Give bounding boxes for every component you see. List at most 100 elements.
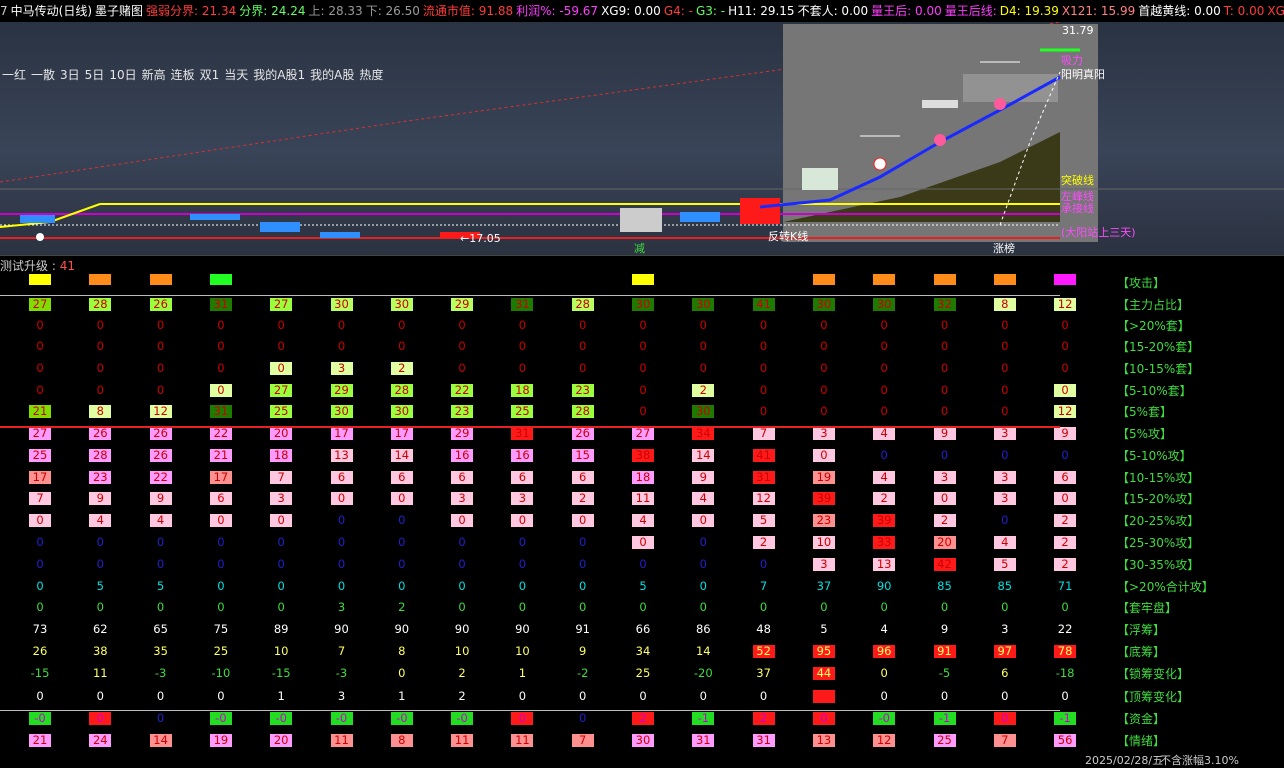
grid-cell: 0 <box>639 318 647 332</box>
quicklink-item[interactable]: 双1 <box>200 68 220 82</box>
grid-cell: 0 <box>398 318 406 332</box>
grid-cell: 4 <box>993 536 1016 549</box>
info-item: 利润%: -59.67 <box>516 4 599 18</box>
grid-cell: -0 <box>330 712 353 725</box>
grid-cell: 0 <box>458 535 466 549</box>
grid-cell: 29 <box>451 427 474 440</box>
grid-cell: 0 <box>277 579 285 593</box>
grid-cell: 2 <box>571 492 594 505</box>
grid-cell: 0 <box>36 689 44 703</box>
grid-cell: 0 <box>759 557 768 571</box>
grid-cell: 6 <box>1054 471 1077 484</box>
quicklink-item[interactable]: 一红 <box>2 68 26 82</box>
grid-cell: 0 <box>759 318 768 332</box>
quicklink-item[interactable]: 新高 <box>142 68 166 82</box>
grid-cell: 2 <box>933 514 956 527</box>
grid-cell: 0 <box>398 557 406 571</box>
grid-cell: 78 <box>1054 645 1077 658</box>
grid-cell: 16 <box>511 449 534 462</box>
grid-cell: 26 <box>149 298 172 311</box>
grid-cell: -0 <box>209 712 232 725</box>
grid-cell: 22 <box>209 427 232 440</box>
grid-cell: 0 <box>1061 361 1069 375</box>
grid-cell: 1 <box>277 689 285 703</box>
info-item: XG <box>1267 4 1284 18</box>
grid-cell: 9 <box>89 492 112 505</box>
grid-cell: 0 <box>639 557 647 571</box>
attack-flag <box>29 274 51 285</box>
info-item: 强弱分界: 21.34 <box>146 4 237 18</box>
grid-cell: 2 <box>873 492 896 505</box>
grid-cell: 2 <box>1054 558 1077 571</box>
row-label: 【5%攻】 <box>1117 427 1173 441</box>
grid-cell: 0 <box>880 448 888 462</box>
grid-cell: 0 <box>940 689 949 703</box>
grid-cell: 12 <box>873 734 896 747</box>
grid-cell: 5 <box>96 579 104 593</box>
quicklink-item[interactable]: 10日 <box>109 68 136 82</box>
kline-svg <box>0 22 1284 242</box>
grid-cell: 3 <box>812 427 835 440</box>
grid-cell: -0 <box>451 712 474 725</box>
grid-cell: -20 <box>693 666 713 680</box>
grid-cell: 0 <box>156 339 165 353</box>
grid-cell: 0 <box>880 666 888 680</box>
grid-cell: 0 <box>820 383 828 397</box>
grid-cell: 0 <box>337 339 346 353</box>
kline-chart[interactable]: 一红 一散 3日 5日 10日 新高 连板 双1 当天 我的A股1 我的A股 热度 31.79 ←17… <box>0 22 1284 255</box>
grid-cell: 0 <box>579 318 587 332</box>
signal-icon <box>873 157 887 171</box>
info-item: XG9: 0.00 <box>601 4 661 18</box>
grid-cell: 11 <box>511 734 534 747</box>
grid-cell: 12 <box>1054 405 1077 418</box>
grid-cell: 0 <box>940 361 949 375</box>
quicklink-item[interactable]: 我的A股 <box>310 68 354 82</box>
quicklink-item[interactable]: 我的A股1 <box>253 68 305 82</box>
info-item: G4: - <box>663 4 693 18</box>
grid-cell: 0 <box>692 514 715 527</box>
grid-cell: 42 <box>933 558 956 571</box>
grid-cell: 10 <box>454 644 470 658</box>
grid-cell: 8 <box>89 405 112 418</box>
grid-cell: 17 <box>29 471 51 484</box>
grid-cell: 0 <box>579 689 587 703</box>
info-item: 墨子赌图 <box>95 4 144 18</box>
grid-cell: 0 <box>96 600 104 614</box>
grid-cell: 20 <box>270 734 293 747</box>
grid-cell: 0 <box>1061 318 1069 332</box>
grid-cell: 30 <box>632 298 654 311</box>
row-label: 【30-35%攻】 <box>1117 558 1200 572</box>
grid-cell: 27 <box>270 384 293 397</box>
grid-cell: 16 <box>451 449 474 462</box>
grid-cell: 0 <box>940 600 949 614</box>
grid-cell: 22 <box>149 471 172 484</box>
reversal-label: 反转K线 <box>768 230 809 243</box>
grid-cell: -15 <box>271 666 291 680</box>
quicklink-item[interactable]: 热度 <box>359 68 383 82</box>
separator <box>0 255 1284 256</box>
grid-cell: 0 <box>639 361 647 375</box>
info-item: 上: 28.33 <box>308 4 363 18</box>
row-label: 【套牢盘】 <box>1117 601 1178 615</box>
grid-cell: 12 <box>149 405 172 418</box>
grid-cell: 27 <box>29 427 51 440</box>
quicklink-item[interactable]: 3日 <box>60 68 80 82</box>
grid-cell: 6 <box>511 471 534 484</box>
grid-cell: 3 <box>812 558 835 571</box>
quicklink-item[interactable]: 当天 <box>224 68 248 82</box>
grid-cell: 4 <box>692 492 715 505</box>
grid-cell: 26 <box>149 449 172 462</box>
grid-cell: 12 <box>752 492 775 505</box>
grid-cell: 0 <box>270 514 293 527</box>
quicklink-item[interactable]: 5日 <box>85 68 105 82</box>
grid-cell: 2 <box>458 689 466 703</box>
quicklink-item[interactable]: 一散 <box>31 68 55 82</box>
grid-cell: 0 <box>1001 448 1009 462</box>
grid-cell: 9 <box>940 622 949 636</box>
grid-cell: 4 <box>89 514 112 527</box>
grid-cell: 0 <box>217 535 225 549</box>
quicklink-item[interactable]: 连板 <box>171 68 195 82</box>
grid-cell: 3 <box>993 471 1016 484</box>
chart-line-label: 阳明真阳 <box>1061 68 1105 81</box>
grid-cell: 0 <box>96 557 104 571</box>
